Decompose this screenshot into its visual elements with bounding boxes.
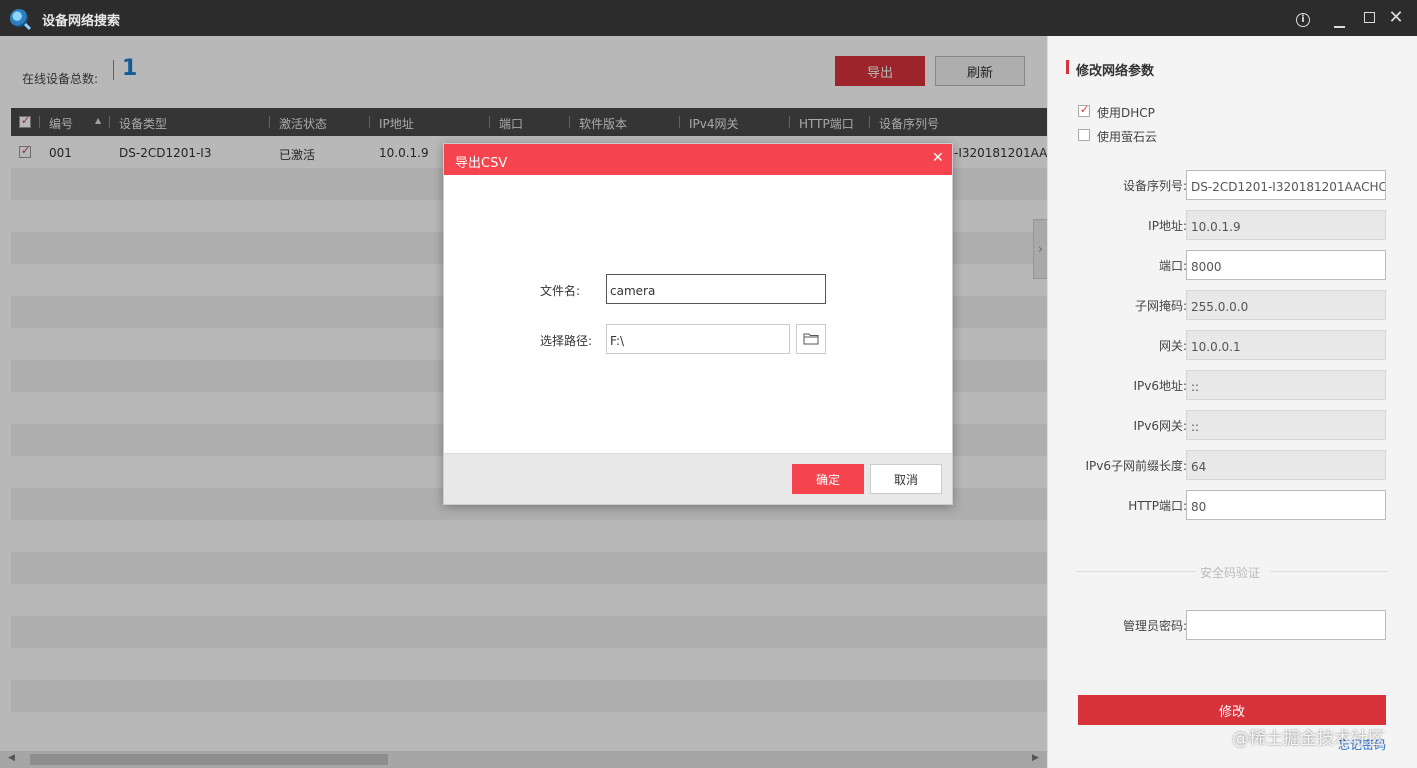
cancel-button[interactable]: 取消	[870, 464, 942, 494]
browse-folder-button[interactable]	[796, 324, 826, 354]
ezviz-label[interactable]: 使用萤石云	[1097, 128, 1157, 145]
title-accent	[1066, 60, 1069, 74]
dialog-header: 导出CSV ✕	[444, 144, 952, 175]
admin-password-field[interactable]	[1186, 610, 1386, 640]
dialog-close-icon[interactable]: ✕	[932, 150, 944, 166]
ipv6-prefix-field[interactable]: 64	[1186, 450, 1386, 480]
ip-field[interactable]: 10.0.1.9	[1186, 210, 1386, 240]
ipv6-address-field[interactable]: ::	[1186, 370, 1386, 400]
ok-button[interactable]: 确定	[792, 464, 864, 494]
dialog-title: 导出CSV	[455, 156, 508, 171]
path-input[interactable]: F:\	[606, 324, 790, 354]
folder-icon	[803, 333, 819, 345]
http-port-label: HTTP端口:	[1128, 499, 1187, 513]
ipv6-gateway-label: IPv6网关:	[1133, 419, 1187, 433]
ip-label: IP地址:	[1148, 219, 1187, 233]
admin-password-label: 管理员密码:	[1122, 619, 1187, 633]
security-section-label: 安全码验证	[1200, 566, 1261, 580]
divider	[1270, 571, 1388, 572]
modify-button[interactable]: 修改	[1078, 695, 1386, 725]
panel-title: 修改网络参数	[1076, 64, 1155, 79]
network-params-panel: 修改网络参数 使用DHCP 使用萤石云 设备序列号: DS-2CD1201-I3…	[1047, 36, 1417, 768]
maximize-icon[interactable]	[1359, 8, 1379, 28]
close-icon[interactable]: ✕	[1386, 8, 1406, 28]
gateway-label: 网关:	[1158, 339, 1187, 353]
ipv6-gateway-field[interactable]: ::	[1186, 410, 1386, 440]
export-csv-dialog: 导出CSV ✕ 文件名: camera 选择路径: F:\ 确定 取消	[443, 143, 953, 505]
gateway-field[interactable]: 10.0.0.1	[1186, 330, 1386, 360]
serial-field[interactable]: DS-2CD1201-I320181201AACHC70	[1186, 170, 1386, 200]
dialog-footer: 确定 取消	[444, 453, 952, 504]
watermark: @稀土掘金技术社区	[1232, 729, 1385, 749]
path-label: 选择路径:	[540, 334, 593, 348]
app-logo-icon	[10, 9, 28, 27]
ipv6-address-label: IPv6地址:	[1133, 379, 1187, 393]
minimize-icon[interactable]	[1329, 8, 1349, 28]
filename-label: 文件名:	[540, 284, 581, 298]
ezviz-checkbox[interactable]	[1078, 129, 1090, 141]
serial-label: 设备序列号:	[1122, 179, 1187, 193]
port-label: 端口:	[1158, 259, 1187, 273]
filename-input[interactable]: camera	[606, 274, 826, 304]
subnet-mask-label: 子网掩码:	[1134, 299, 1187, 313]
http-port-field[interactable]: 80	[1186, 490, 1386, 520]
window-title: 设备网络搜索	[42, 14, 121, 29]
dhcp-checkbox[interactable]	[1078, 103, 1090, 117]
subnet-mask-field[interactable]: 255.0.0.0	[1186, 290, 1386, 320]
divider	[1076, 571, 1196, 572]
dhcp-label[interactable]: 使用DHCP	[1097, 104, 1155, 121]
ipv6-prefix-label: IPv6子网前缀长度:	[1085, 459, 1187, 473]
info-icon[interactable]: i	[1293, 8, 1313, 28]
title-bar: 设备网络搜索 i ✕	[0, 0, 1417, 36]
port-field[interactable]: 8000	[1186, 250, 1386, 280]
